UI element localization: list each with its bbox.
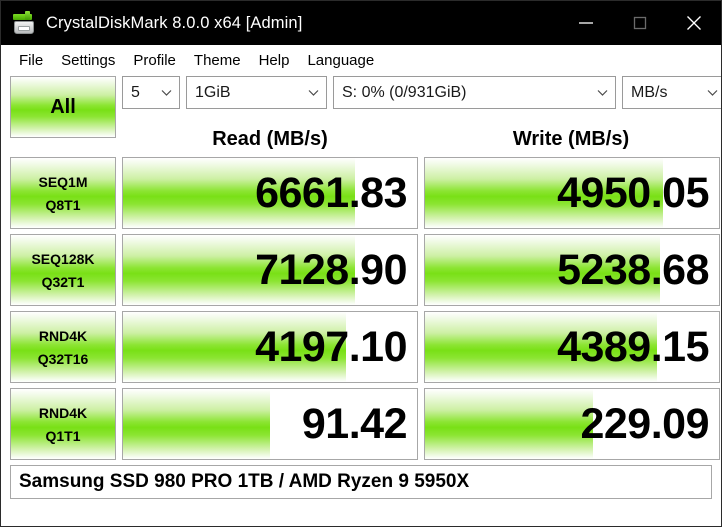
menu-item-theme[interactable]: Theme <box>185 50 250 72</box>
menu-bar: File Settings Profile Theme Help Languag… <box>1 45 721 76</box>
chevron-down-icon <box>307 86 320 99</box>
read-result-cell: 4197.10 <box>122 311 418 383</box>
chevron-down-icon <box>706 86 719 99</box>
read-score: 7128.90 <box>255 245 407 294</box>
read-result-cell: 91.42 <box>122 388 418 460</box>
minimize-icon[interactable] <box>559 1 613 45</box>
window-controls <box>559 1 721 45</box>
write-score: 5238.68 <box>557 245 709 294</box>
test-label-main: SEQ128K <box>31 250 95 267</box>
write-bar <box>425 389 593 459</box>
read-result-cell: 6661.83 <box>122 157 418 229</box>
menu-item-help[interactable]: Help <box>250 50 299 72</box>
read-result-cell: 7128.90 <box>122 234 418 306</box>
menu-item-settings[interactable]: Settings <box>52 50 124 72</box>
test-size-select[interactable]: 1GiB <box>186 76 327 109</box>
menu-item-profile[interactable]: Profile <box>124 50 185 72</box>
run-count-select[interactable]: 5 <box>122 76 180 109</box>
test-label-main: RND4K <box>38 404 88 421</box>
test-label-sub: Q32T16 <box>37 350 89 367</box>
test-label-sub: Q32T1 <box>41 273 85 290</box>
test-size-value: 1GiB <box>195 83 231 101</box>
menu-item-language[interactable]: Language <box>298 50 383 72</box>
crystaldiskmark-window: CrystalDiskMark 8.0.0 x64 [Admin] File S… <box>0 0 722 527</box>
table-row: SEQ128K Q32T1 7128.90 5238.68 <box>10 234 720 306</box>
target-drive-select[interactable]: S: 0% (0/931GiB) <box>333 76 616 109</box>
menu-item-file[interactable]: File <box>10 50 52 72</box>
results-table: SEQ1M Q8T1 6661.83 4950.05 SEQ128K Q32T1 <box>10 157 720 460</box>
crystaldiskmark-icon <box>11 10 37 36</box>
column-header-read: Read (MB/s) <box>212 128 328 150</box>
table-row: SEQ1M Q8T1 6661.83 4950.05 <box>10 157 720 229</box>
write-result-cell: 229.09 <box>424 388 720 460</box>
test-label-main: SEQ1M <box>38 173 88 190</box>
test-label-rnd4k-q32t16[interactable]: RND4K Q32T16 <box>10 311 116 383</box>
write-score: 4389.15 <box>557 322 709 371</box>
toolbar: All 5 1GiB S: 0% (0/931GiB) MB/s <box>10 76 721 138</box>
unit-select[interactable]: MB/s <box>622 76 721 109</box>
write-result-cell: 4389.15 <box>424 311 720 383</box>
chevron-down-icon <box>596 86 609 99</box>
test-label-seq1m-q8t1[interactable]: SEQ1M Q8T1 <box>10 157 116 229</box>
column-header-write: Write (MB/s) <box>512 128 630 150</box>
test-label-rnd4k-q1t1[interactable]: RND4K Q1T1 <box>10 388 116 460</box>
run-count-value: 5 <box>131 83 140 101</box>
table-row: RND4K Q32T16 4197.10 4389.15 <box>10 311 720 383</box>
title-bar: CrystalDiskMark 8.0.0 x64 [Admin] <box>1 1 721 45</box>
status-bar: Samsung SSD 980 PRO 1TB / AMD Ryzen 9 59… <box>10 465 712 499</box>
write-score: 4950.05 <box>557 168 709 217</box>
window-title: CrystalDiskMark 8.0.0 x64 [Admin] <box>46 13 303 32</box>
test-label-sub: Q1T1 <box>45 427 81 444</box>
write-result-cell: 4950.05 <box>424 157 720 229</box>
maximize-icon[interactable] <box>613 1 667 45</box>
test-label-sub: Q8T1 <box>45 196 81 213</box>
write-result-cell: 5238.68 <box>424 234 720 306</box>
test-label-main: RND4K <box>38 327 88 344</box>
read-score: 91.42 <box>301 399 408 448</box>
read-bar <box>123 389 270 459</box>
all-button[interactable]: All <box>10 76 116 138</box>
chevron-down-icon <box>160 86 173 99</box>
read-score: 6661.83 <box>255 168 407 217</box>
write-score: 229.09 <box>580 399 709 448</box>
main-content: All 5 1GiB S: 0% (0/931GiB) MB/s Read (M… <box>1 76 721 499</box>
test-label-seq128k-q32t1[interactable]: SEQ128K Q32T1 <box>10 234 116 306</box>
target-drive-value: S: 0% (0/931GiB) <box>342 83 467 101</box>
close-icon[interactable] <box>667 1 721 45</box>
read-score: 4197.10 <box>255 322 407 371</box>
unit-value: MB/s <box>631 83 668 101</box>
table-row: RND4K Q1T1 91.42 229.09 <box>10 388 720 460</box>
